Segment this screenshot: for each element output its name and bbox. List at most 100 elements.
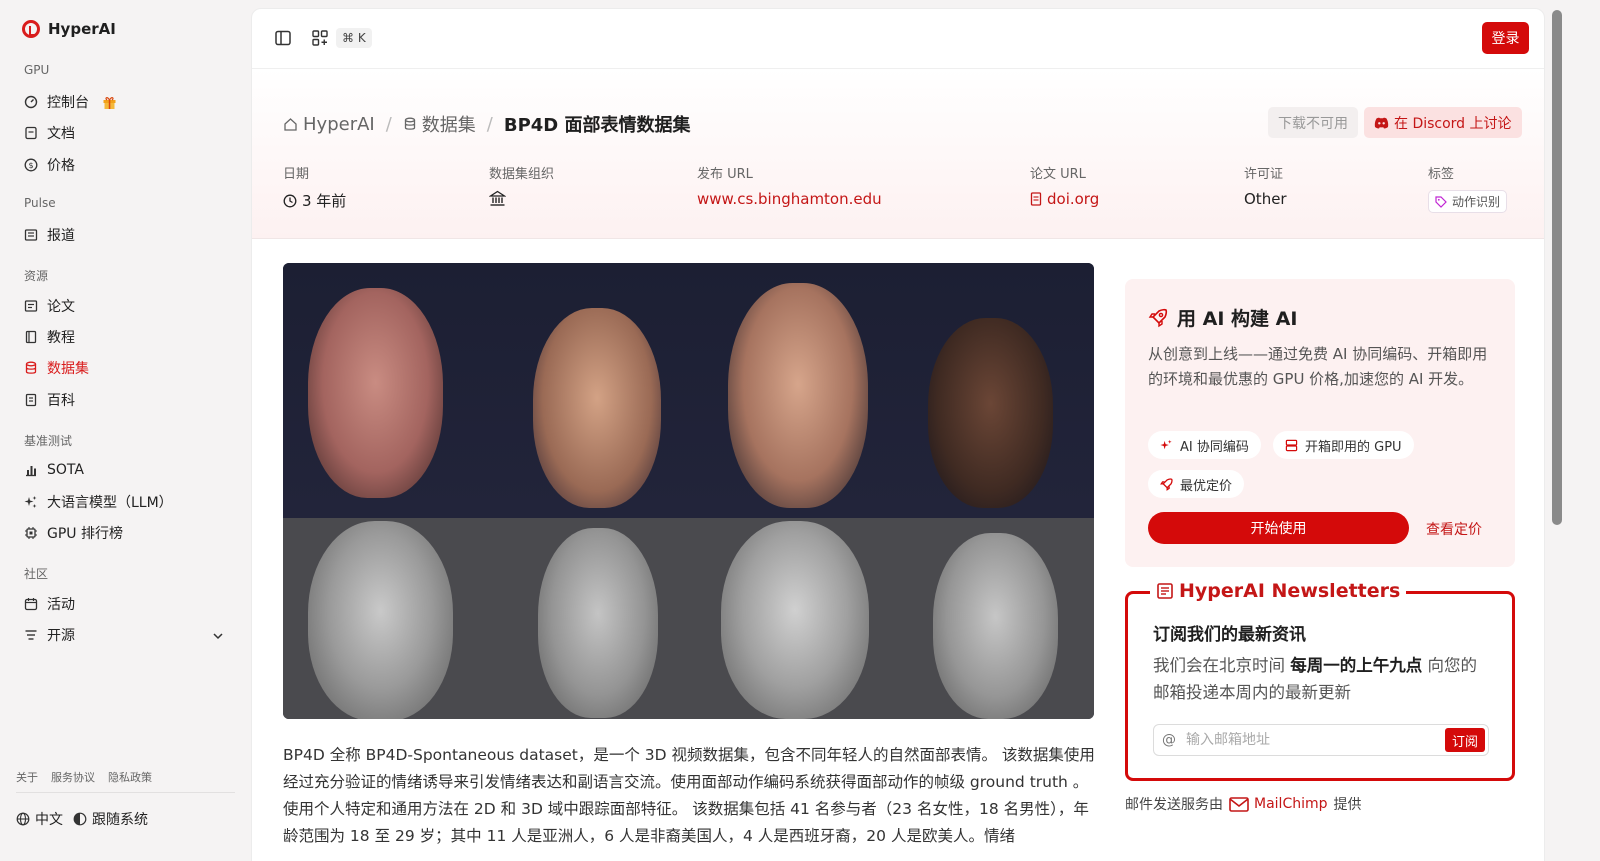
email-field-container: @ 订阅 bbox=[1153, 724, 1489, 756]
database-icon bbox=[24, 361, 38, 375]
footer-divider bbox=[16, 792, 235, 793]
sidebar-item-label: 论文 bbox=[47, 299, 75, 315]
tag-chip[interactable]: 动作识别 bbox=[1428, 190, 1508, 213]
paper-url-link[interactable]: doi.org bbox=[1030, 190, 1099, 208]
group-label-pulse: Pulse bbox=[24, 196, 56, 210]
sidebar-item-label: 教程 bbox=[47, 330, 75, 346]
view-pricing-link[interactable]: 查看定价 bbox=[1426, 519, 1482, 539]
face-photo bbox=[308, 288, 443, 498]
scrollbar[interactable] bbox=[1552, 10, 1562, 525]
newsletter-title-row: HyperAI Newsletters bbox=[1150, 580, 1407, 602]
book-icon bbox=[24, 330, 38, 344]
dollar-icon: $ bbox=[24, 158, 38, 172]
database-icon bbox=[404, 117, 415, 130]
footer-settings: 中文 跟随系统 bbox=[16, 809, 148, 829]
meta-value: 3 年前 bbox=[283, 190, 346, 211]
newsletter-text-prefix: 我们会在北京时间 bbox=[1153, 656, 1291, 675]
sidebar-item-events[interactable]: 活动 bbox=[24, 593, 75, 615]
meta-paper-url: 论文 URL doi.org bbox=[1030, 163, 1099, 208]
apps-grid-icon[interactable] bbox=[311, 29, 329, 47]
group-label-benchmarks: 基准测试 bbox=[24, 434, 73, 448]
sidebar-item-console[interactable]: 控制台 bbox=[24, 91, 117, 113]
sidebar-item-label: 数据集 bbox=[47, 361, 89, 377]
sidebar-item-pricing[interactable]: $ 价格 bbox=[24, 154, 75, 176]
chevron-down-icon[interactable] bbox=[212, 627, 224, 646]
doc-icon bbox=[24, 126, 38, 140]
search-shortcut[interactable]: ⌘ K bbox=[336, 28, 372, 48]
server-icon bbox=[1285, 439, 1298, 451]
promo-text: 从创意到上线——通过免费 AI 协同编码、开箱即用的环境和最优惠的 GPU 价格… bbox=[1148, 345, 1488, 388]
rocket-icon bbox=[1160, 477, 1173, 491]
sidebar-item-label: 大语言模型（LLM） bbox=[47, 495, 173, 511]
sidebar-item-datasets[interactable]: 数据集 bbox=[24, 357, 89, 379]
newsletter-title: HyperAI Newsletters bbox=[1179, 580, 1401, 602]
newsletter-icon bbox=[1157, 583, 1173, 599]
promo-title: 用 AI 构建 AI bbox=[1177, 308, 1298, 330]
discord-button[interactable]: 在 Discord 上讨论 bbox=[1364, 107, 1522, 138]
chip-label: AI 协同编码 bbox=[1180, 439, 1249, 455]
sparkle-icon bbox=[1160, 439, 1172, 449]
language-switch[interactable]: 中文 bbox=[16, 809, 63, 829]
footer-link-privacy[interactable]: 隐私政策 bbox=[108, 769, 152, 785]
logo[interactable]: HyperAI bbox=[22, 20, 116, 38]
license-value: Other bbox=[1244, 190, 1287, 208]
face-scan bbox=[538, 528, 658, 718]
theme-label: 跟随系统 bbox=[92, 812, 148, 828]
breadcrumb: HyperAI / 数据集 / BP4D 面部表情数据集 bbox=[283, 111, 691, 137]
theme-switch[interactable]: 跟随系统 bbox=[73, 809, 148, 829]
sidebar-item-opensource[interactable]: 开源 bbox=[24, 624, 75, 646]
footer-link-terms[interactable]: 服务协议 bbox=[51, 769, 95, 785]
meta-label: 日期 bbox=[283, 167, 310, 182]
meta-value bbox=[489, 190, 554, 207]
face-scan bbox=[308, 521, 453, 719]
sidebar-item-wiki[interactable]: 百科 bbox=[24, 389, 75, 411]
mailchimp-label: MailChimp bbox=[1254, 796, 1328, 812]
home-icon bbox=[284, 117, 297, 131]
hyperai-logo-icon bbox=[22, 20, 40, 38]
email-field[interactable] bbox=[1186, 732, 1426, 748]
sidebar-item-label: 百科 bbox=[47, 393, 75, 409]
mail-service-note: 邮件发送服务由 MailChimp 提供 bbox=[1125, 794, 1362, 814]
face-scan bbox=[933, 533, 1058, 719]
footer-link-about[interactable]: 关于 bbox=[16, 769, 38, 785]
publish-url-link[interactable]: www.cs.binghamton.edu bbox=[697, 190, 882, 208]
mail-note-prefix: 邮件发送服务由 bbox=[1125, 797, 1223, 813]
discord-label: 在 Discord 上讨论 bbox=[1394, 115, 1512, 132]
list-icon bbox=[24, 628, 38, 642]
login-button[interactable]: 登录 bbox=[1482, 22, 1529, 54]
meta-label: 论文 URL bbox=[1030, 167, 1086, 182]
meta-label: 标签 bbox=[1428, 167, 1455, 182]
paper-url-label: doi.org bbox=[1047, 190, 1100, 208]
sidebar-item-llm[interactable]: 大语言模型（LLM） bbox=[24, 491, 173, 513]
chip-icon bbox=[24, 526, 38, 540]
sidebar-item-label: GPU 排行榜 bbox=[47, 526, 123, 542]
theme-icon bbox=[73, 812, 87, 826]
sidebar-item-tutorials[interactable]: 教程 bbox=[24, 326, 75, 348]
sidebar-item-docs[interactable]: 文档 bbox=[24, 122, 75, 144]
breadcrumb-separator: / bbox=[385, 113, 392, 135]
sidebar-item-news[interactable]: 报道 bbox=[24, 224, 75, 246]
sidebar-item-papers[interactable]: 论文 bbox=[24, 295, 75, 317]
breadcrumb-datasets[interactable]: 数据集 bbox=[403, 111, 476, 137]
download-button[interactable]: 下载不可用 bbox=[1268, 107, 1358, 138]
language-label: 中文 bbox=[35, 812, 63, 828]
subscribe-button[interactable]: 订阅 bbox=[1444, 728, 1485, 752]
sidebar-item-label: SOTA bbox=[47, 462, 84, 478]
sidebar-item-gpu-ranking[interactable]: GPU 排行榜 bbox=[24, 522, 123, 544]
sidebar-toggle-icon[interactable] bbox=[274, 29, 292, 47]
calendar-icon bbox=[24, 597, 38, 611]
newsletter-schedule: 每周一的上午九点 bbox=[1290, 656, 1423, 675]
dataset-description: BP4D 全称 BP4D-Spontaneous dataset，是一个 3D … bbox=[283, 746, 1095, 845]
breadcrumb-home[interactable]: HyperAI bbox=[283, 114, 375, 135]
wiki-icon bbox=[24, 393, 38, 407]
sidebar-item-label: 价格 bbox=[47, 158, 75, 174]
mailchimp-link[interactable]: MailChimp bbox=[1229, 796, 1328, 812]
sidebar-item-sota[interactable]: SOTA bbox=[24, 459, 84, 481]
at-icon: @ bbox=[1162, 732, 1176, 748]
footer-links: 关于 服务协议 隐私政策 bbox=[16, 769, 152, 785]
sidebar: HyperAI GPU 控制台 文档 $ 价格 Pulse 报道 资源 论文 教… bbox=[0, 0, 250, 861]
group-label-gpu: GPU bbox=[24, 63, 50, 77]
page-title: BP4D 面部表情数据集 bbox=[503, 115, 691, 136]
start-button[interactable]: 开始使用 bbox=[1148, 512, 1409, 544]
sidebar-item-label: 文档 bbox=[47, 126, 75, 142]
